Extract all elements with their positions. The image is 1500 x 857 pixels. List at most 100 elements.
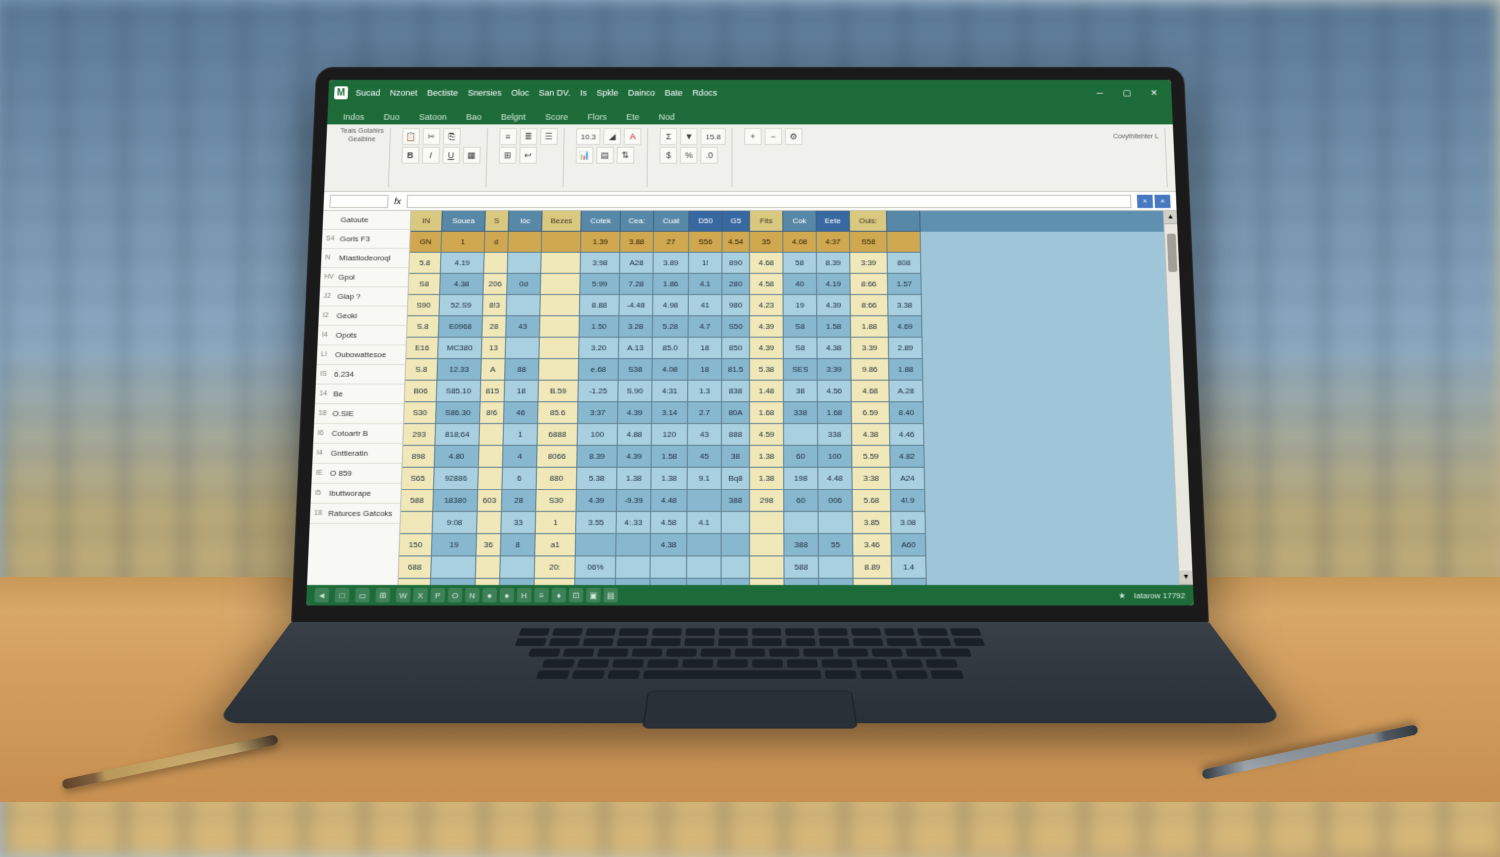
cell[interactable]: 6888 [538,424,578,446]
number-format[interactable]: 15.8 [701,128,726,145]
cell[interactable]: 38 [722,446,750,468]
cell[interactable] [500,556,535,578]
column-header[interactable]: D50 [689,211,722,232]
cell[interactable] [784,424,818,446]
row-nav-item[interactable]: I2Geoki [318,307,407,326]
cell[interactable]: 1.38 [651,468,687,490]
cell[interactable]: 980 [722,295,750,316]
column-header[interactable]: S [485,211,509,232]
column-header[interactable]: Cuat [654,211,689,232]
cell[interactable] [542,232,582,253]
cell[interactable]: 888 [722,424,750,446]
menu-item[interactable]: Is [580,88,587,97]
chart-icon[interactable]: 📊 [575,147,593,164]
cell[interactable]: 4.54 [722,232,750,253]
column-header[interactable]: G5 [723,211,750,232]
submenu-item[interactable]: Ete [620,110,645,125]
cell[interactable]: 1 [503,424,538,446]
cell[interactable]: 4.88 [618,424,652,446]
cell[interactable]: A [481,359,505,381]
cell[interactable]: 603 [478,490,503,512]
cell[interactable]: 4.19 [441,253,485,274]
cell[interactable]: A.28 [889,381,923,403]
cell[interactable]: 18380 [433,490,478,512]
cell[interactable] [687,490,721,512]
cell[interactable]: 9:08 [433,512,478,534]
cell[interactable]: 3.85 [853,512,892,534]
column-header[interactable]: Cok [783,211,816,232]
row-nav-item[interactable]: Gatoute [323,211,411,230]
cell[interactable]: 838 [722,381,750,403]
cell[interactable]: 1 [441,232,485,253]
delete-icon[interactable]: − [764,128,782,145]
cell[interactable]: 40 [783,274,817,295]
column-header[interactable]: Bezes [542,211,582,232]
cell[interactable] [750,556,785,578]
cell[interactable]: 8.89 [853,556,892,578]
cell[interactable]: 4.82 [890,446,924,468]
submenu-item[interactable]: Duo [378,110,406,125]
taskbar-app-icon[interactable]: ▣ [586,588,600,602]
cell[interactable]: 35 [750,232,783,253]
cell[interactable]: 1 [536,512,577,534]
cell[interactable]: 60 [784,446,818,468]
align-left-icon[interactable]: ≡ [499,128,517,145]
column-header[interactable]: Ouis: [850,211,887,232]
cell[interactable]: S8 [784,316,818,337]
submenu-item[interactable]: Satoon [413,110,453,125]
cell[interactable] [750,512,784,534]
cell[interactable]: GN [410,232,442,253]
cell[interactable]: A60 [892,534,927,556]
taskbar-app-icon[interactable]: ● [500,588,515,602]
cell[interactable]: A.13 [619,338,653,359]
scroll-thumb[interactable] [1167,234,1177,272]
cell[interactable]: 5.68 [853,490,892,512]
cell[interactable]: A24 [891,468,926,490]
cell[interactable]: 13 [482,338,506,359]
format-icon[interactable]: ⚙ [785,128,803,145]
row-nav-item[interactable]: I4Gnttieratin [312,444,402,464]
cell[interactable]: 5:99 [580,274,620,295]
cell[interactable]: -9.39 [617,490,652,512]
cell[interactable]: 43 [506,316,540,337]
nav-back-icon[interactable]: ◄ [314,588,329,602]
taskbar-app-icon[interactable]: ⊡ [569,588,583,602]
cell[interactable] [479,424,504,446]
cell[interactable]: 58 [783,253,817,274]
fx-icon[interactable]: fx [394,196,401,205]
ribbon-tab-label[interactable]: Teais Gotahirs [340,128,384,135]
cell[interactable]: 5.8 [409,253,441,274]
sort-icon[interactable]: ⇅ [616,147,634,164]
cell[interactable]: S8 [784,338,818,359]
cell[interactable]: 338 [818,424,852,446]
cell[interactable]: 5.28 [653,316,689,337]
underline-icon[interactable]: U [442,147,460,164]
cell[interactable] [722,512,750,534]
submenu-item[interactable]: Indos [337,110,371,125]
cell[interactable] [539,359,579,381]
bold-icon[interactable]: B [401,147,419,164]
cell[interactable]: 8.88 [580,295,620,316]
cell[interactable]: 19 [432,534,477,556]
cell[interactable]: 19 [784,295,818,316]
cell[interactable]: 3.88 [620,232,654,253]
taskbar-app-icon[interactable]: ● [482,588,497,602]
menu-item[interactable]: Rdocs [692,88,717,97]
cell[interactable]: 4:37 [817,232,851,253]
ribbon-tab-label[interactable]: Gealbine [340,137,384,144]
menu-item[interactable]: Bate [665,88,683,97]
cell[interactable]: 4.38 [852,424,890,446]
menu-item[interactable]: Oloc [511,88,529,97]
cell[interactable]: 45 [688,446,722,468]
submenu-item[interactable]: Belgnt [495,110,532,125]
scroll-down-icon[interactable]: ▼ [1179,571,1193,585]
cell[interactable]: 3.28 [619,316,653,337]
row-nav-item[interactable]: 18O.SIE [314,404,404,424]
font-color-icon[interactable]: A [624,128,642,145]
cell[interactable]: B.59 [538,381,578,403]
cell[interactable]: 85.0 [653,338,689,359]
cell[interactable]: S.90 [618,381,652,403]
row-nav-item[interactable]: 14Be [315,385,405,405]
cell[interactable]: 1.38 [750,468,784,490]
submenu-item[interactable]: Bao [460,110,488,125]
